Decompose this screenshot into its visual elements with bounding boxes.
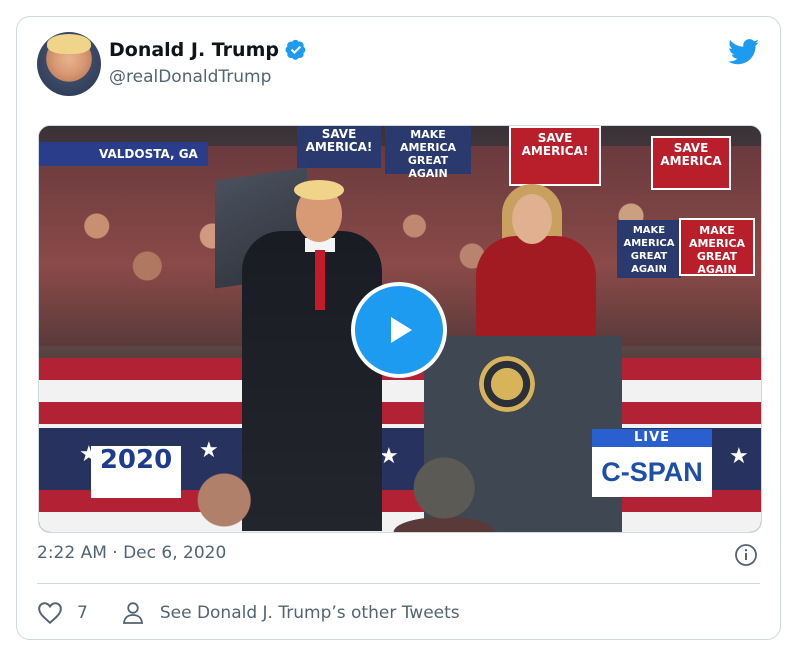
presidential-seal [479, 356, 535, 412]
play-button[interactable] [351, 282, 447, 378]
author-row: Donald J. Trump [109, 39, 307, 61]
other-tweets-link[interactable]: See Donald J. Trump’s other Tweets [122, 601, 460, 625]
sign: MAKE AMERICA GREAT AGAIN [679, 218, 755, 276]
sign: MAKE AMERICA GREAT AGAIN [617, 220, 681, 278]
divider [37, 583, 760, 584]
play-icon [391, 317, 412, 343]
person-icon [122, 602, 143, 624]
foreground-crowd [189, 456, 629, 532]
sign: SAVE AMERICA! [509, 126, 601, 186]
tweet-timestamp[interactable]: 2:22 AM · Dec 6, 2020 [37, 543, 226, 563]
network-logo: C-SPAN [592, 447, 712, 497]
info-icon[interactable] [734, 543, 758, 567]
avatar[interactable] [37, 32, 101, 96]
live-label: LIVE [592, 429, 712, 447]
location-caption: VALDOSTA, GA [39, 142, 208, 166]
star-icon: ★ [729, 444, 749, 469]
like-button[interactable]: 7 [37, 601, 88, 625]
tweet-card: Donald J. Trump @realDonaldTrump SAVE AM… [16, 16, 781, 640]
author-handle[interactable]: @realDonaldTrump [109, 67, 271, 87]
video-player[interactable]: SAVE AMERICA! MAKE AMERICA GREAT AGAIN S… [38, 125, 762, 533]
heart-icon [38, 602, 62, 625]
sign: MAKE AMERICA GREAT AGAIN [385, 126, 471, 180]
author-name[interactable]: Donald J. Trump [109, 39, 279, 61]
twitter-bird-icon[interactable] [728, 39, 760, 65]
sign: SAVE AMERICA! [297, 126, 381, 168]
other-tweets-label: See Donald J. Trump’s other Tweets [159, 603, 460, 623]
verified-icon [285, 39, 306, 60]
speaker2-head [512, 194, 552, 244]
speaker-tie [315, 250, 325, 310]
tweet-actions: 7 See Donald J. Trump’s other Tweets [37, 597, 460, 629]
badge-2020: 2020 [91, 446, 181, 498]
sign: SAVE AMERICA [651, 136, 731, 190]
speaker-hair [294, 180, 344, 200]
avatar-hair [47, 34, 91, 54]
like-count: 7 [77, 603, 88, 623]
